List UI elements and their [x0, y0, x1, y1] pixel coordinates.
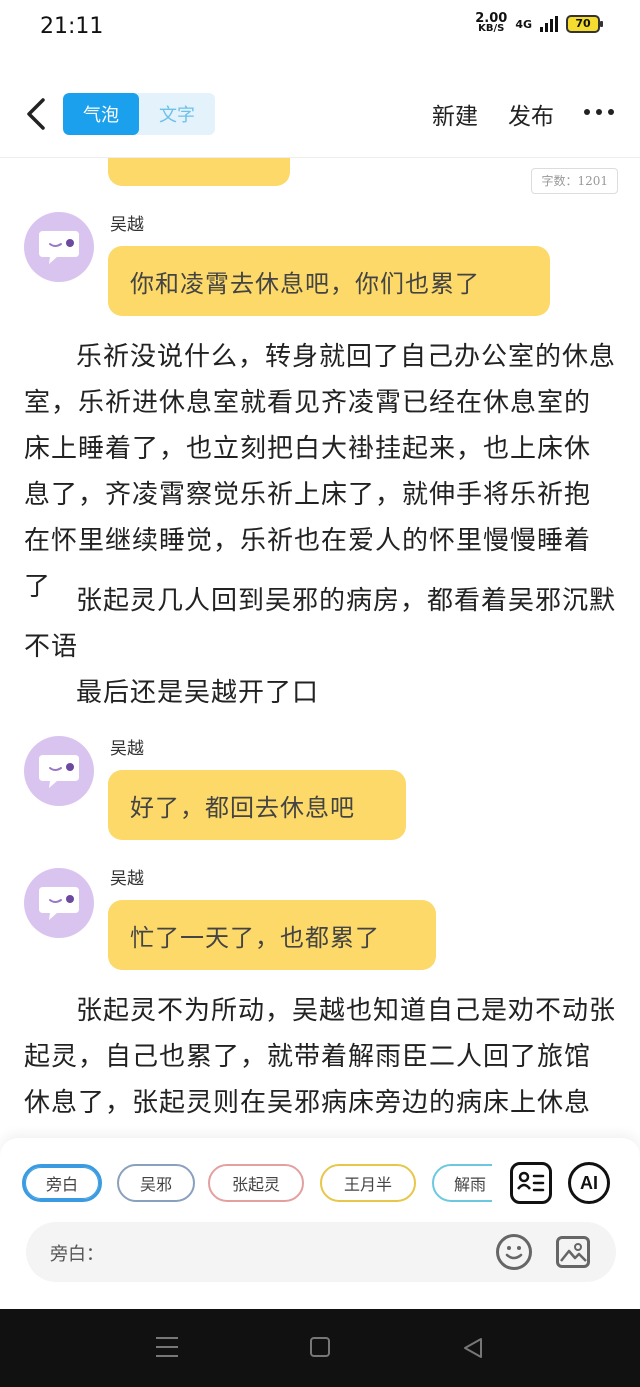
narration-paragraph[interactable]: 乐祈没说什么，转身就回了自己办公室的休息室，乐祈进休息室就看见齐凌霄已经在休息室… — [24, 334, 616, 610]
avatar[interactable] — [24, 212, 94, 282]
chat-bubble-partial[interactable] — [108, 158, 290, 186]
roster-icon[interactable] — [510, 1162, 552, 1204]
mode-toggle: 气泡 文字 — [63, 93, 215, 135]
signal-icon — [540, 16, 558, 32]
recent-apps-icon[interactable] — [156, 1337, 178, 1357]
speaker-name: 吴越 — [110, 739, 144, 759]
narration-paragraph[interactable]: 张起灵不为所动，吴越也知道自己是劝不动张起灵，自己也累了，就带着解雨臣二人回了旅… — [24, 988, 616, 1126]
back-button[interactable] — [16, 92, 56, 136]
avatar[interactable] — [24, 736, 94, 806]
word-count: 字数：1201 — [531, 168, 618, 194]
new-button[interactable]: 新建 — [432, 97, 478, 131]
net-speed-unit: KB/S — [478, 23, 505, 34]
chat-bubble[interactable]: 好了，都回去休息吧 — [108, 770, 406, 840]
input-label: 旁白： — [50, 1244, 104, 1265]
editor-panel: 旁白 吴邪 张起灵 王月半 解雨 AI 旁白： — [0, 1138, 640, 1309]
home-icon[interactable] — [310, 1337, 330, 1357]
publish-button[interactable]: 发布 — [508, 97, 554, 131]
status-icons: 2.00 KB/S 4G 70 — [475, 12, 603, 34]
battery-level: 70 — [575, 17, 591, 30]
avatar[interactable] — [24, 868, 94, 938]
speaker-name: 吴越 — [110, 215, 144, 235]
chat-bubble[interactable]: 忙了一天了，也都累了 — [108, 900, 436, 970]
chat-bubble[interactable]: 你和凌霄去休息吧，你们也累了 — [108, 246, 550, 316]
character-chip[interactable]: 张起灵 — [208, 1164, 304, 1202]
chevron-left-icon — [27, 98, 45, 130]
character-selector: 旁白 吴邪 张起灵 王月半 解雨 — [22, 1164, 492, 1204]
battery-icon: 70 — [566, 15, 603, 33]
network-type: 4G — [515, 17, 532, 31]
narration-paragraph[interactable]: 最后还是吴越开了口 — [24, 670, 616, 716]
character-chip[interactable]: 吴邪 — [117, 1164, 195, 1202]
tab-bubble[interactable]: 气泡 — [63, 93, 139, 135]
top-nav: 气泡 文字 新建 发布 — [0, 80, 640, 150]
chat-face-icon — [39, 887, 79, 920]
character-chip[interactable]: 解雨 — [432, 1164, 492, 1202]
ai-button[interactable]: AI — [568, 1162, 610, 1204]
status-bar: 21:11 2.00 KB/S 4G 70 — [0, 0, 640, 56]
character-chip[interactable]: 王月半 — [320, 1164, 416, 1202]
net-speed: 2.00 KB/S — [475, 12, 507, 34]
speaker-name: 吴越 — [110, 869, 144, 889]
picture-icon — [560, 1243, 587, 1262]
chat-face-icon — [39, 755, 79, 788]
story-content[interactable]: 字数：1201 吴越 你和凌霄去休息吧，你们也累了 乐祈没说什么，转身就回了自己… — [0, 158, 640, 1138]
back-triangle-icon[interactable] — [462, 1337, 484, 1359]
character-chip-narrator[interactable]: 旁白 — [22, 1164, 102, 1202]
image-icon[interactable] — [556, 1236, 590, 1268]
tab-text[interactable]: 文字 — [139, 93, 215, 135]
narration-paragraph[interactable]: 张起灵几人回到吴邪的病房，都看着吴邪沉默不语 — [24, 578, 616, 670]
emoji-icon[interactable] — [496, 1234, 532, 1270]
contact-card-icon — [517, 1171, 545, 1192]
system-nav-bar — [0, 1309, 640, 1387]
smile-icon — [505, 1246, 523, 1260]
more-icon[interactable] — [584, 102, 614, 122]
status-time: 21:11 — [40, 14, 104, 39]
message-input[interactable]: 旁白： — [26, 1222, 616, 1282]
chat-face-icon — [39, 231, 79, 264]
